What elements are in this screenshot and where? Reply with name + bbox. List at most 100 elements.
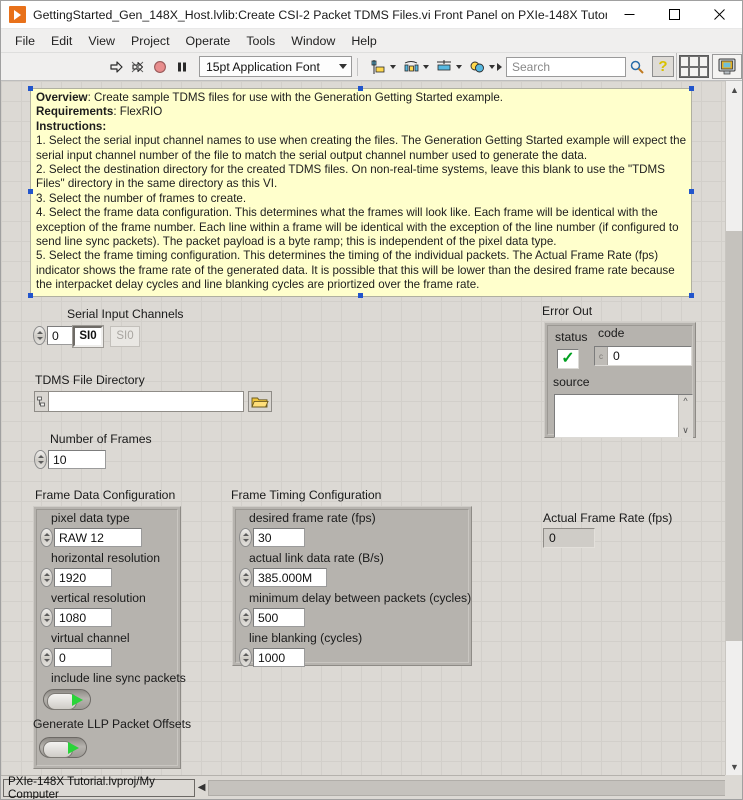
pixel-data-type-value[interactable]: RAW 12 [54,528,142,547]
scroll-down-icon[interactable]: ▼ [726,758,742,775]
distribute-objects-button[interactable] [400,56,429,78]
hscroll-left-icon[interactable]: ◀ [195,782,209,793]
tdms-file-directory-value[interactable] [48,391,244,412]
actual-link-data-rate-value[interactable]: 385.000M [253,568,327,587]
run-continuously-icon[interactable] [127,56,149,78]
generate-llp-packet-offsets-toggle[interactable] [39,737,87,758]
frame-data-configuration-title: Frame Data Configuration [35,488,176,502]
virtual-channel-value[interactable]: 0 [54,648,112,667]
error-code-value: 0 [613,349,620,363]
selection-handle-tr[interactable] [689,86,694,91]
horizontal-resolution-value[interactable]: 1920 [54,568,112,587]
close-button[interactable] [697,1,742,29]
abort-execution-icon[interactable] [149,56,171,78]
connector-pane-icon[interactable] [679,55,709,78]
resize-objects-icon [433,56,455,78]
menu-tools[interactable]: Tools [238,31,283,51]
note-step-4: 4. Select the frame data configuration. … [36,206,679,249]
help-label: ? [658,58,668,75]
vertical-resolution-spinner[interactable] [40,608,53,627]
serial-input-index-spinner[interactable] [33,326,46,345]
resize-objects-button[interactable] [433,56,462,78]
scroll-up-icon[interactable]: ▲ [726,81,742,98]
minimize-button[interactable] [607,1,652,29]
desired-frame-rate-value[interactable]: 30 [253,528,305,547]
menu-project[interactable]: Project [123,31,178,51]
horizontal-resolution-spinner[interactable] [40,568,53,587]
number-of-frames-value[interactable]: 10 [48,450,106,469]
menu-view[interactable]: View [80,31,123,51]
pixel-data-type-control[interactable]: RAW 12 [40,528,142,547]
chevron-down-icon[interactable]: ∨ [682,425,689,436]
horizontal-resolution-control[interactable]: 1920 [40,568,112,587]
selection-handle-mr[interactable] [689,189,694,194]
align-objects-button[interactable] [367,56,396,78]
line-blanking-control[interactable]: 1000 [239,648,305,667]
line-blanking-value[interactable]: 1000 [253,648,305,667]
align-objects-icon [367,56,389,78]
selection-handle-tl[interactable] [28,86,33,91]
minimum-delay-between-packets-control[interactable]: 500 [239,608,305,627]
search-scope-arrow-icon[interactable] [497,62,502,71]
error-source-value [555,395,678,437]
number-of-frames-control[interactable]: 10 [34,450,106,469]
menu-file[interactable]: File [7,31,43,51]
serial-input-channels-array[interactable]: SI0 SI0 [73,324,140,348]
menu-help[interactable]: Help [343,31,384,51]
virtual-channel-spinner[interactable] [40,648,53,667]
actual-link-data-rate-control[interactable]: 385.000M [239,568,327,587]
context-help-button[interactable]: ? [652,56,674,77]
toolbar-right-icons [676,52,742,81]
actual-frame-rate-value: 0 [543,528,595,548]
selection-handle-ml[interactable] [28,189,33,194]
font-selector[interactable]: 15pt Application Font [199,56,352,77]
chevron-up-icon[interactable]: ^ [683,396,687,406]
minimum-delay-between-packets-value[interactable]: 500 [253,608,305,627]
selection-handle-bc[interactable] [358,293,363,298]
vertical-scrollbar-thumb[interactable] [726,231,742,641]
vertical-resolution-value[interactable]: 1080 [54,608,112,627]
number-of-frames-spinner[interactable] [34,450,47,469]
note-line-instructions: Instructions: [36,120,687,134]
desired-frame-rate-control[interactable]: 30 [239,528,305,547]
reorder-objects-button[interactable] [466,56,495,78]
minimum-delay-between-packets-label: minimum delay between packets (cycles) [249,591,472,605]
tdms-file-directory-control[interactable] [34,391,272,412]
minimum-delay-between-packets-spinner[interactable] [239,608,252,627]
menu-window[interactable]: Window [283,31,343,51]
menu-edit[interactable]: Edit [43,31,80,51]
horizontal-scrollbar-thumb[interactable] [208,779,729,796]
selection-handle-bl[interactable] [28,293,33,298]
frame-timing-configuration-title: Frame Timing Configuration [231,488,382,502]
serial-input-channel-item-1[interactable]: SI0 [110,325,140,347]
maximize-button[interactable] [652,1,697,29]
vertical-resolution-control[interactable]: 1080 [40,608,112,627]
search-input-wrap[interactable]: Search [506,56,626,77]
run-arrow-icon[interactable] [105,56,127,78]
virtual-channel-control[interactable]: 0 [40,648,112,667]
line-blanking-spinner[interactable] [239,648,252,667]
include-line-sync-packets-toggle[interactable] [43,689,91,710]
menu-operate[interactable]: Operate [178,31,239,51]
pixel-data-type-spinner[interactable] [40,528,53,547]
resize-grip[interactable] [725,775,742,799]
actual-link-data-rate-spinner[interactable] [239,568,252,587]
virtual-channel-label: virtual channel [51,631,130,645]
serial-input-channel-item-0[interactable]: SI0 [73,325,103,347]
project-context-label: PXIe-148X Tutorial.lvproj/My Computer [3,775,195,799]
pause-icon[interactable] [171,56,193,78]
labview-front-panel-window: GettingStarted_Gen_148X_Host.lvlib:Creat… [0,0,743,800]
desired-frame-rate-spinner[interactable] [239,528,252,547]
error-source-scrollbar[interactable]: ^ ∨ [678,395,692,437]
window-title: GettingStarted_Gen_148X_Host.lvlib:Creat… [33,7,607,22]
toolbar: 15pt Application Font Search ? [1,52,742,81]
note-line-requirements: Requirements: FlexRIO [36,105,687,119]
selection-handle-br[interactable] [689,293,694,298]
selection-handle-tc[interactable] [358,86,363,91]
magnifier-icon[interactable] [626,56,648,78]
vertical-scrollbar[interactable]: ▲ ▼ [725,81,742,775]
vi-icon[interactable] [712,54,742,79]
green-check-icon: ✓ [561,350,575,367]
folder-open-icon[interactable] [248,391,272,412]
overview-free-label[interactable]: Overview: Create sample TDMS files for u… [30,88,692,297]
